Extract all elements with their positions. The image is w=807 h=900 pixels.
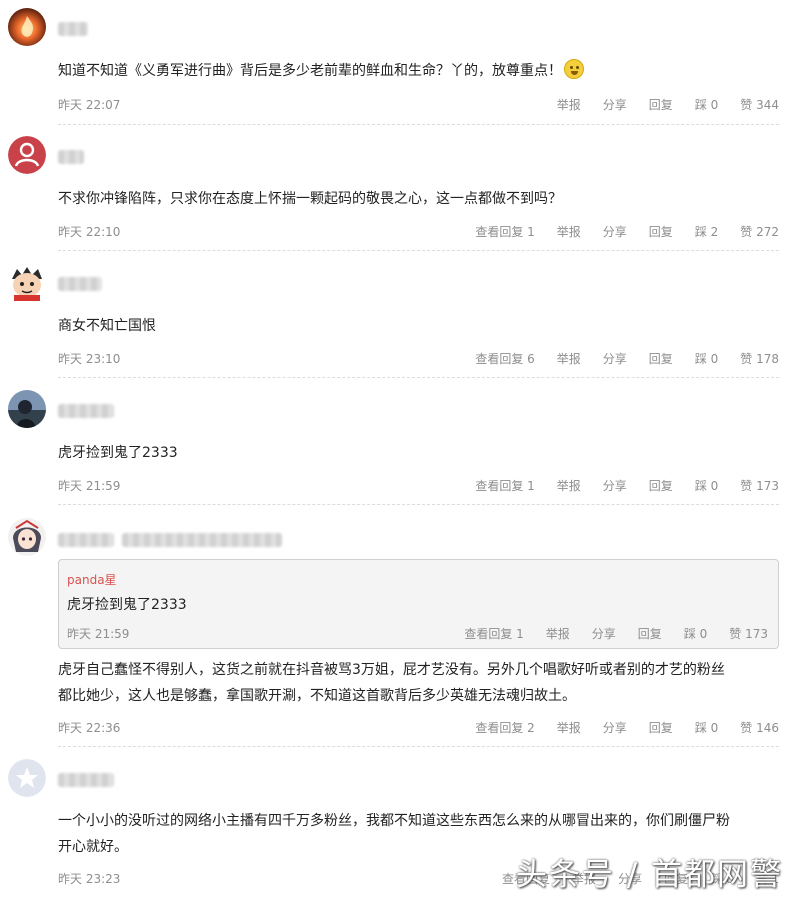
like-button[interactable]: 赞 146 (740, 719, 779, 736)
comment-text: 不求你冲锋陷阵，只求你在态度上怀揣一颗起码的敬畏之心，这一点都做不到吗？ (58, 191, 562, 207)
photo-avatar-icon[interactable] (8, 390, 46, 428)
report-button[interactable]: 举报 (557, 350, 581, 367)
comment-text: 虎牙自己蠢怪不得别人，这货之前就在抖音被骂3万姐，屁才艺没有。另外几个唱歌好听或… (58, 657, 787, 709)
comment-time: 昨天 22:07 (58, 98, 121, 112)
reply-button[interactable]: 回复 (649, 719, 673, 736)
default-user-avatar-icon[interactable] (8, 136, 46, 174)
view-replies-button[interactable]: 查看回复 6 (475, 350, 534, 367)
view-replies-button[interactable]: 查看回复 2 (475, 719, 534, 736)
comment-time: 昨天 21:59 (58, 479, 121, 493)
username-blurred[interactable] (58, 277, 102, 291)
quote-author[interactable]: panda星 (67, 571, 117, 588)
dislike-button[interactable]: 踩 0 (684, 625, 707, 642)
reply-button[interactable]: 回复 (649, 350, 673, 367)
reply-button[interactable]: 回复 (649, 477, 673, 494)
view-replies-button[interactable]: 查看回复 1 (475, 223, 534, 240)
dislike-button[interactable]: 踩 0 (695, 96, 718, 113)
share-button[interactable]: 分享 (603, 719, 627, 736)
comment-text-line: 虎牙自己蠢怪不得别人，这货之前就在抖音被骂3万姐，屁才艺没有。另外几个唱歌好听或… (58, 662, 725, 678)
report-button[interactable]: 举报 (557, 223, 581, 240)
comment-time: 昨天 22:36 (58, 721, 121, 735)
quote-time: 昨天 21:59 (67, 627, 130, 641)
comment-meta: 昨天 22:10 查看回复 1 举报 分享 回复 踩 2 赞 272 (58, 223, 779, 241)
divider (58, 377, 779, 378)
comment-meta: 昨天 21:59 查看回复 1 举报 分享 回复 踩 0 赞 173 (58, 477, 779, 495)
like-button[interactable]: 赞 173 (729, 625, 768, 642)
report-button[interactable]: 举报 (557, 719, 581, 736)
dislike-button[interactable]: 踩 0 (695, 719, 718, 736)
report-button[interactable]: 举报 (557, 96, 581, 113)
report-button[interactable]: 举报 (557, 477, 581, 494)
quoted-comment: panda星 虎牙捡到鬼了2333 昨天 21:59 查看回复 1 举报 分享 … (58, 559, 779, 649)
comment-time: 昨天 23:10 (58, 352, 121, 366)
share-button[interactable]: 分享 (592, 625, 616, 642)
username-blurred[interactable] (58, 404, 114, 418)
dislike-button[interactable]: 踩 2 (695, 223, 718, 240)
divider (58, 504, 779, 505)
laughing-emoji-icon (564, 59, 584, 79)
cartoon-avatar-icon[interactable] (8, 263, 46, 301)
share-button[interactable]: 分享 (603, 223, 627, 240)
comment-text: 知道不知道《义勇军进行曲》背后是多少老前辈的鲜血和生命？丫的，放尊重点！ (58, 58, 787, 84)
fire-avatar-icon[interactable] (8, 8, 46, 46)
divider (58, 124, 779, 125)
like-button[interactable]: 赞 344 (740, 96, 779, 113)
comment-meta: 昨天 22:36 查看回复 2 举报 分享 回复 踩 0 赞 146 (58, 719, 779, 737)
comment-time: 昨天 23:23 (58, 872, 121, 886)
comment-text: 虎牙捡到鬼了2333 (58, 445, 178, 461)
username-blurred[interactable] (58, 533, 114, 547)
view-replies-button[interactable]: 查看回复 1 (475, 477, 534, 494)
like-button[interactable]: 赞 272 (740, 223, 779, 240)
divider (58, 250, 779, 251)
comment-meta: 昨天 22:07 举报 分享 回复 踩 0 赞 344 (58, 96, 779, 114)
username-blurred[interactable] (58, 773, 114, 787)
quote-meta: 昨天 21:59 查看回复 1 举报 分享 回复 踩 0 赞 173 (67, 625, 768, 643)
share-button[interactable]: 分享 (603, 350, 627, 367)
share-button[interactable]: 分享 (603, 477, 627, 494)
comment-text: 商女不知亡国恨 (58, 318, 156, 334)
divider (58, 746, 779, 747)
watermark: 头条号 / 首都网警 (515, 857, 783, 893)
comment-text-line: 一个小小的没听过的网络小主播有四千万多粉丝，我都不知道这些东西怎么来的从哪冒出来… (58, 813, 730, 829)
report-button[interactable]: 举报 (546, 625, 570, 642)
dislike-button[interactable]: 踩 0 (695, 350, 718, 367)
share-button[interactable]: 分享 (603, 96, 627, 113)
quote-text: 虎牙捡到鬼了2333 (67, 597, 187, 613)
view-replies-button[interactable]: 查看回复 1 (464, 625, 523, 642)
anime-avatar-icon[interactable] (8, 518, 46, 556)
username-extra-blurred (122, 533, 282, 547)
username-blurred[interactable] (58, 150, 84, 164)
reply-button[interactable]: 回复 (649, 223, 673, 240)
comment-text-line: 都比她少，这人也是够蠢，拿国歌开涮，不知道这首歌背后多少英雄无法魂归故土。 (58, 688, 576, 704)
reply-button[interactable]: 回复 (649, 96, 673, 113)
reply-button[interactable]: 回复 (638, 625, 662, 642)
comment-meta: 昨天 23:10 查看回复 6 举报 分享 回复 踩 0 赞 178 (58, 350, 779, 368)
like-button[interactable]: 赞 178 (740, 350, 779, 367)
dislike-button[interactable]: 踩 0 (695, 477, 718, 494)
like-button[interactable]: 赞 173 (740, 477, 779, 494)
star-avatar-icon[interactable] (8, 759, 46, 797)
username-blurred[interactable] (58, 22, 88, 36)
comment-time: 昨天 22:10 (58, 225, 121, 239)
